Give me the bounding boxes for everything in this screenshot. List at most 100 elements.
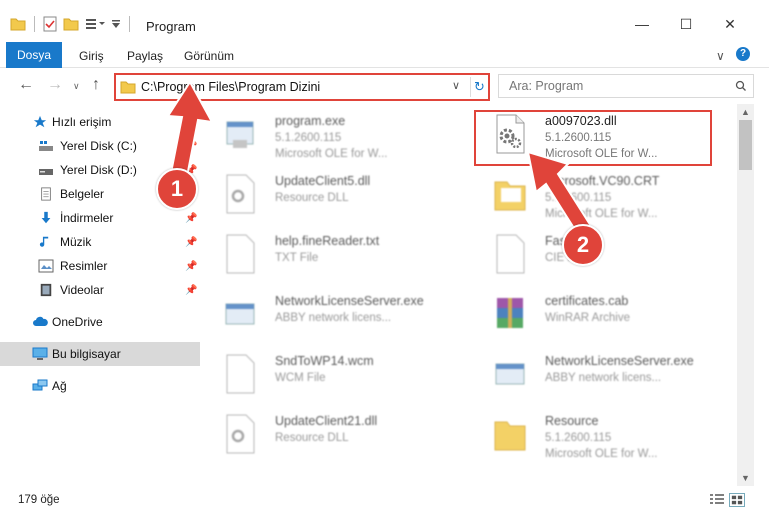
file-description: Microsoft OLE for W... [275, 148, 388, 160]
sidebar-item-music[interactable]: Müzik 📌 [0, 230, 200, 254]
help-button[interactable]: ? [736, 47, 750, 61]
help-icon: ? [739, 48, 747, 59]
file-item[interactable]: certificates.cab WinRAR Archive [475, 288, 725, 344]
tab-file[interactable]: Dosya [6, 42, 62, 68]
file-item[interactable]: Resource 5.1.2600.115 Microsoft OLE for … [475, 408, 725, 464]
file-item[interactable]: Microsoft.VC90.CRT 5.1.2600.115 Microsof… [475, 168, 725, 224]
new-folder-icon[interactable] [63, 17, 79, 31]
folder-icon [494, 421, 526, 451]
status-bar: 179 öğe [0, 488, 769, 513]
file-version: 5.1.2600.115 [275, 132, 342, 144]
sidebar-item-pictures[interactable]: Resimler 📌 [0, 254, 200, 278]
video-icon [40, 283, 52, 297]
back-button[interactable]: ← [18, 76, 34, 94]
refresh-button[interactable]: ↻ [470, 77, 488, 97]
sidebar-item-this-pc[interactable]: Bu bilgisayar [0, 342, 200, 366]
file-item[interactable]: NetworkLicenseServer.exe ABBY network li… [475, 348, 725, 404]
file-description: ABBY network licens... [545, 372, 662, 384]
file-item[interactable]: NetworkLicenseServer.exe ABBY network li… [205, 288, 455, 344]
drive-icon [39, 169, 53, 175]
up-button[interactable]: ↑ [92, 76, 100, 94]
forward-button[interactable]: → [47, 76, 63, 94]
sidebar-item-label: Müzik [60, 235, 92, 249]
tab-home[interactable]: Giriş [79, 44, 104, 68]
pictures-icon [38, 259, 54, 273]
sidebar-item-label: Belgeler [60, 187, 105, 201]
sidebar-item-label: Ağ [52, 379, 67, 393]
cloud-icon [33, 316, 48, 326]
recent-locations-button[interactable]: ∨ [73, 81, 80, 92]
properties-icon[interactable] [43, 16, 57, 32]
maximize-icon: ☐ [679, 15, 693, 32]
documents-icon [41, 187, 51, 201]
file-item[interactable]: SndToWP14.wcm WCM File [205, 348, 455, 404]
file-item[interactable]: UpdateClient5.dll Resource DLL [205, 168, 455, 224]
pin-icon: 📌 [185, 284, 198, 296]
dll-icon [226, 414, 255, 454]
toolbar-separator [34, 16, 35, 32]
title-bar: Program — ☐ ✕ [0, 0, 769, 40]
exe-icon [495, 363, 525, 385]
download-icon [41, 211, 51, 224]
music-icon [39, 236, 49, 247]
sidebar-item-downloads[interactable]: İndirmeler 📌 [0, 206, 200, 230]
file-item[interactable]: program.exe 5.1.2600.115 Microsoft OLE f… [205, 108, 455, 164]
file-description: WinRAR Archive [545, 312, 630, 324]
address-dropdown-button[interactable]: ∨ [452, 79, 460, 92]
minimize-icon: — [635, 16, 649, 32]
pin-icon: 📌 [185, 260, 198, 272]
tab-view[interactable]: Görünüm [184, 44, 234, 68]
scroll-down-button[interactable]: ▼ [737, 470, 754, 486]
sidebar-item-videos[interactable]: Videolar 📌 [0, 278, 200, 302]
file-name: NetworkLicenseServer.exe [545, 354, 694, 368]
view-options-icon[interactable] [85, 17, 105, 31]
file-name: UpdateClient5.dll [275, 174, 371, 188]
window-title: Program [146, 19, 196, 34]
arrow-up-icon: ↑ [92, 76, 100, 93]
minimize-button[interactable]: — [620, 10, 664, 38]
search-input[interactable]: Ara: Program [509, 79, 583, 93]
details-view-icon[interactable] [709, 493, 725, 507]
pin-icon: 📌 [185, 212, 198, 224]
chevron-down-icon: ∨ [73, 81, 80, 91]
scroll-thumb[interactable] [739, 120, 752, 170]
step-badge-2: 2 [562, 224, 604, 266]
quick-access-toolbar [10, 16, 132, 32]
file-item[interactable]: help.fineReader.txt TXT File [205, 228, 455, 284]
vertical-scrollbar[interactable]: ▲ ▼ [737, 104, 754, 486]
customize-toolbar-icon[interactable] [111, 19, 121, 29]
tab-share[interactable]: Paylaş [127, 44, 163, 68]
network-icon [32, 379, 48, 391]
search-box[interactable]: Ara: Program [498, 74, 754, 98]
sidebar-item-onedrive[interactable]: OneDrive [0, 310, 200, 334]
folder-icon [120, 81, 136, 94]
folder-icon[interactable] [10, 17, 26, 31]
chevron-down-icon: ∨ [716, 49, 725, 63]
pin-icon: 📌 [185, 236, 198, 248]
sidebar-item-network[interactable]: Ağ [0, 374, 200, 398]
arrow-left-icon: ← [18, 76, 34, 93]
file-description: Resource DLL [275, 432, 349, 444]
search-icon [735, 80, 746, 91]
file-name: UpdateClient21.dll [275, 414, 378, 428]
file-version: 5.1.2600.115 [545, 432, 612, 444]
file-name: certificates.cab [545, 294, 629, 308]
ribbon-collapse-button[interactable]: ∨ [716, 44, 725, 68]
sidebar-item-label: Resimler [60, 259, 108, 273]
sidebar-item-label: Videolar [60, 283, 104, 297]
file-name: SndToWP14.wcm [275, 354, 374, 368]
file-name: help.fineReader.txt [275, 234, 380, 248]
maximize-button[interactable]: ☐ [664, 10, 708, 38]
tiles-view-icon[interactable] [729, 493, 745, 507]
ribbon-tabs: Dosya Giriş Paylaş Görünüm ∨ ? [0, 40, 769, 68]
item-count: 179 öğe [18, 494, 60, 506]
scroll-up-button[interactable]: ▲ [737, 104, 754, 120]
close-button[interactable]: ✕ [708, 10, 752, 38]
txt-icon [226, 234, 255, 274]
file-description: ABBY network licens... [275, 312, 392, 324]
file-item[interactable]: UpdateClient21.dll Resource DLL [205, 408, 455, 464]
sidebar-item-label: İndirmeler [60, 211, 114, 225]
file-name: program.exe [275, 114, 346, 128]
close-icon: ✕ [724, 15, 736, 32]
file-description: TXT File [275, 252, 319, 264]
